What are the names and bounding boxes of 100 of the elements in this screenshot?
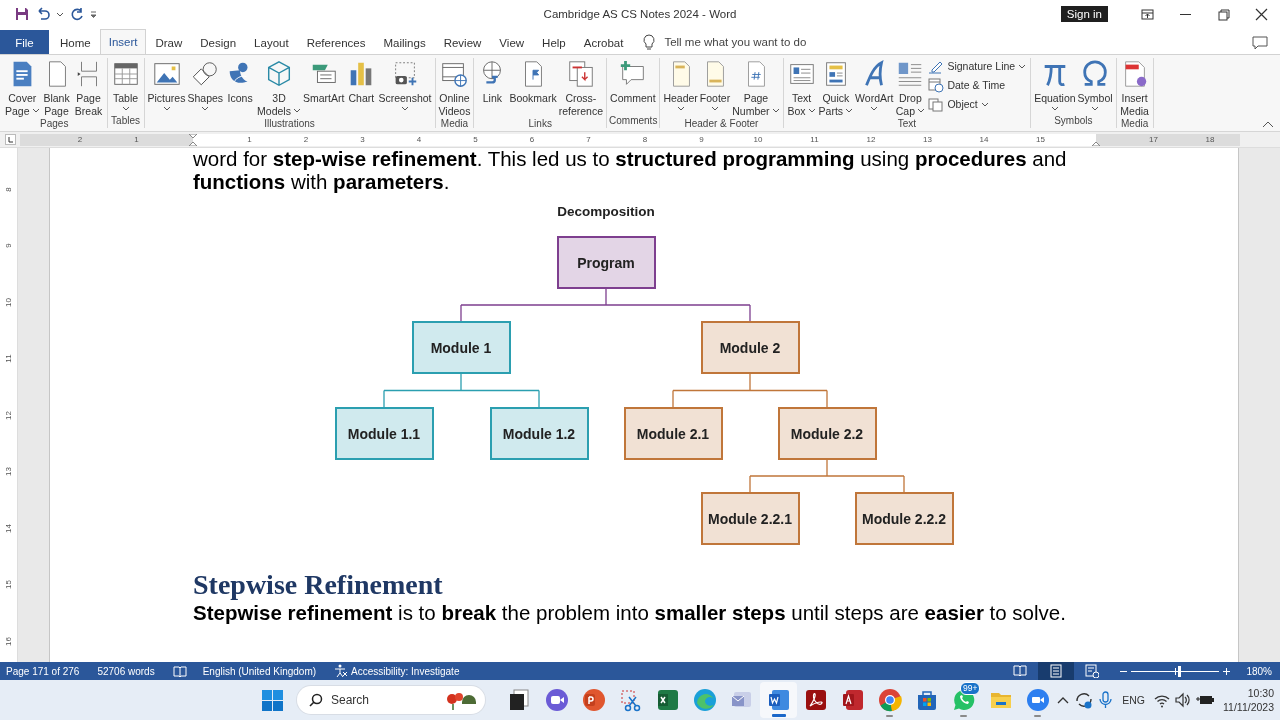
ribbon-tab[interactable]: Home: [51, 30, 100, 54]
ruler-number: 18: [1205, 133, 1215, 146]
language-indicator[interactable]: English (United Kingdom): [202, 665, 317, 677]
ribbon-button[interactable]: Symbol: [1076, 58, 1114, 114]
snipping-tool-icon: [618, 688, 643, 712]
read-mode-icon: [1013, 664, 1027, 678]
ribbon-button[interactable]: Comment: [609, 58, 657, 105]
ribbon-button[interactable]: Blank Page: [40, 58, 73, 118]
hidden-icons-button[interactable]: [1057, 695, 1070, 705]
ribbon-tab[interactable]: Mailings: [374, 30, 435, 54]
ribbon-tab[interactable]: Help: [533, 30, 575, 54]
clock-date[interactable]: 11/11/2023: [1223, 700, 1274, 714]
minimize-icon: [1179, 13, 1191, 15]
undo-dropdown[interactable]: [56, 11, 64, 17]
plus-icon: [1223, 667, 1230, 675]
presentation-app-icon: [581, 688, 606, 712]
ruler-number: 6: [529, 133, 535, 146]
diagram-node: Module 1.1: [334, 407, 434, 460]
indent-marker-icon[interactable]: [188, 133, 198, 146]
tab-stop-icon[interactable]: [4, 134, 16, 145]
diagram-node: Module 1: [411, 321, 511, 374]
word-count[interactable]: 52706 words: [97, 665, 155, 677]
tell-me-search[interactable]: Tell me what you want to do: [662, 34, 857, 50]
zoom-in-button[interactable]: [1223, 667, 1230, 675]
ribbon-button[interactable]: Screenshot: [377, 58, 433, 114]
group-label: Illustrations: [264, 118, 315, 129]
chevron-up-icon: [1262, 121, 1274, 128]
ruler-number: 13: [4, 467, 13, 477]
ribbon-button[interactable]: WordArt: [854, 58, 895, 114]
ribbon-button[interactable]: Table: [109, 58, 142, 114]
ribbon-button[interactable]: Shapes: [186, 58, 225, 114]
ruler-number: 9: [699, 133, 704, 146]
ribbon-button[interactable]: SmartArt: [301, 58, 346, 105]
ruler-number: 9: [4, 243, 13, 248]
microphone-icon[interactable]: [1098, 691, 1114, 709]
view-button[interactable]: [1038, 662, 1074, 680]
ribbon-button[interactable]: Page Number: [731, 58, 781, 118]
ribbon-button[interactable]: Equation: [1033, 58, 1077, 114]
sync-icon[interactable]: [1074, 690, 1094, 710]
ribbon-tab[interactable]: Review: [434, 30, 491, 54]
ribbon-button[interactable]: Quick Parts: [817, 58, 855, 118]
book-icon[interactable]: [172, 664, 187, 678]
ribbon-button[interactable]: Text Box: [785, 58, 818, 118]
windows-logo-icon: [261, 689, 283, 711]
ribbon-button[interactable]: Object: [928, 96, 1027, 112]
accessibility-button[interactable]: Accessibility: Investigate: [334, 664, 460, 678]
customize-button[interactable]: [90, 10, 97, 18]
ruler-number: 17: [1149, 133, 1158, 146]
ribbon-button[interactable]: Footer: [698, 58, 732, 114]
ruler-number: 8: [4, 187, 13, 192]
ribbon-tab[interactable]: Insert: [99, 29, 147, 54]
ribbon-button[interactable]: Icons: [224, 58, 257, 105]
ruler-number: 2: [303, 133, 309, 146]
language-indicator[interactable]: ENG: [1122, 694, 1145, 706]
ribbon-tab[interactable]: View: [490, 30, 534, 54]
sign-in-button[interactable]: Sign in: [1060, 6, 1108, 22]
slider-thumb[interactable]: [1177, 665, 1181, 677]
ruler-number: 10: [4, 297, 13, 307]
save-button[interactable]: [15, 7, 29, 21]
undo-button[interactable]: [35, 7, 50, 21]
ribbon-button[interactable]: Online Videos: [437, 58, 472, 118]
ribbon-button[interactable]: Cross- reference: [557, 58, 605, 118]
ribbon-button[interactable]: Signature Line: [928, 58, 1027, 74]
ribbon-button[interactable]: Drop Cap: [894, 58, 927, 118]
collapse-ribbon-button[interactable]: [1262, 121, 1274, 128]
ribbon-button[interactable]: Date & Time: [928, 77, 1027, 93]
ribbon-tab[interactable]: Draw: [146, 30, 192, 54]
taskbar-app[interactable]: 99+: [945, 682, 982, 718]
ruler-number: 11: [810, 133, 819, 146]
ruler-number: 12: [4, 410, 13, 420]
ribbon-button[interactable]: Cover Page: [4, 58, 41, 118]
group-label: Header & Footer: [684, 118, 759, 129]
ruler-number: 12: [866, 133, 876, 146]
file-tab[interactable]: File: [0, 30, 49, 54]
page-count[interactable]: Page 171 of 276: [6, 665, 80, 677]
redo-button[interactable]: [70, 7, 84, 21]
ribbon-tab[interactable]: References: [297, 30, 375, 54]
accessibility-icon: [334, 664, 349, 678]
ribbon-button[interactable]: Chart: [345, 58, 378, 105]
window-title: Cambridge AS CS Notes 2024 - Word: [543, 8, 737, 20]
ribbon-button[interactable]: Pictures: [146, 58, 187, 114]
ruler-number: 1: [134, 133, 139, 146]
ribbon-tab[interactable]: Acrobat: [574, 30, 633, 54]
ribbon-button[interactable]: Link: [476, 58, 509, 105]
diagram-node: Module 2.2: [777, 407, 877, 460]
ribbon-button[interactable]: Header: [662, 58, 699, 114]
ribbon-tab[interactable]: Layout: [245, 30, 298, 54]
ribbon-button[interactable]: 3D Models: [256, 58, 302, 118]
notification-badge: 99+: [960, 682, 981, 695]
ribbon-button[interactable]: Page Break: [72, 58, 105, 118]
ribbon-tab[interactable]: Design: [191, 30, 246, 54]
ruler-number: 7: [586, 133, 591, 146]
ribbon-button[interactable]: Bookmark: [508, 58, 558, 105]
volume-icon[interactable]: [1175, 692, 1191, 708]
search-field[interactable]: Search: [297, 686, 485, 714]
ribbon-display-icon: [1140, 7, 1154, 21]
zoom-level[interactable]: 180%: [1236, 665, 1280, 677]
ribbon-button[interactable]: Insert Media: [1118, 58, 1151, 118]
clock-time[interactable]: 10:30: [1247, 686, 1274, 700]
group-label: Tables: [111, 115, 140, 128]
